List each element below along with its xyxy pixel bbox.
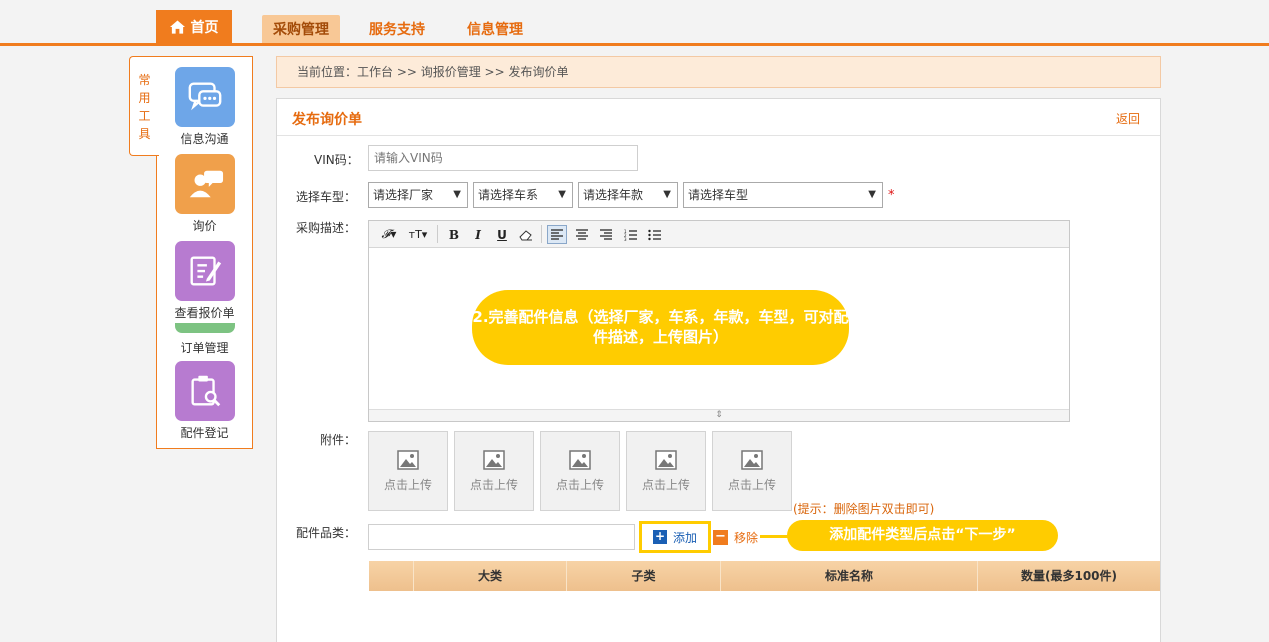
user-chat-icon	[174, 154, 235, 214]
tool-view-quote-label: 查看报价单	[174, 306, 235, 320]
upload-slot[interactable]: 点击上传	[626, 431, 706, 511]
tab-service-label: 服务支持	[369, 22, 425, 38]
upload-slot[interactable]: 点击上传	[454, 431, 534, 511]
caret-down-icon: ▼	[868, 189, 876, 200]
attach-label: 附件：	[320, 433, 357, 447]
caret-down-icon: ▼	[663, 189, 671, 200]
align-center-icon[interactable]	[572, 225, 592, 244]
tab-info-label: 信息管理	[467, 22, 523, 38]
editor-toolbar: 𝓕▾ ᴛT▾ B I U 123	[369, 221, 1069, 248]
order-icon	[175, 323, 235, 333]
eraser-icon[interactable]	[516, 225, 536, 244]
toolbar-divider	[437, 225, 438, 243]
plus-icon: +	[652, 529, 667, 544]
tool-inquiry[interactable]: 询价	[157, 154, 252, 234]
tab-purchase[interactable]: 采购管理	[262, 15, 340, 43]
remove-button[interactable]: − 移除	[713, 529, 758, 546]
upload-label: 点击上传	[727, 478, 776, 492]
remove-button-label: 移除	[734, 531, 759, 545]
edit-icon	[174, 241, 235, 301]
tool-orders-label: 订单管理	[180, 341, 229, 355]
table-header-standard-name: 标准名称	[721, 561, 978, 591]
upload-label: 点击上传	[469, 478, 518, 492]
italic-icon[interactable]: I	[468, 225, 488, 244]
manufacturer-select[interactable]: 请选择厂家 ▼	[368, 182, 468, 208]
editor-resize-handle[interactable]: ⇕	[369, 409, 1069, 421]
common-tools-panel: 信息沟通 询价 查看报价单 订单管理 配件登记	[156, 56, 253, 449]
toolbar-divider	[541, 225, 542, 243]
common-tools-tab[interactable]: 常 用 工 具	[129, 56, 159, 156]
top-nav: 首页 采购管理 服务支持 信息管理	[0, 0, 1269, 46]
image-icon	[483, 450, 505, 470]
tab-info[interactable]: 信息管理	[460, 15, 530, 43]
image-icon	[397, 450, 419, 470]
svg-text:3: 3	[624, 237, 627, 241]
tool-parts-register-label: 配件登记	[180, 426, 229, 440]
year-select[interactable]: 请选择年款 ▼	[578, 182, 678, 208]
upload-label: 点击上传	[641, 478, 690, 492]
table-header-select	[369, 561, 414, 591]
model-select[interactable]: 请选择车型 ▼	[683, 182, 883, 208]
home-tab[interactable]: 首页	[156, 10, 232, 43]
chat-icon	[174, 67, 235, 127]
model-select-value: 请选择车型	[688, 188, 749, 202]
tool-parts-register[interactable]: 配件登记	[157, 361, 252, 441]
table-header-subcategory: 子类	[567, 561, 721, 591]
add-button-label: 添加	[672, 530, 697, 545]
home-tab-label: 首页	[190, 19, 219, 36]
breadcrumb: 当前位置：工作台 >> 询报价管理 >> 发布询价单	[276, 56, 1161, 88]
tool-orders[interactable]: 订单管理	[157, 336, 252, 356]
add-hint-callout: 添加配件类型后点击“下一步”	[787, 520, 1058, 551]
parts-category-input[interactable]	[368, 524, 635, 550]
caret-down-icon: ▼	[453, 189, 461, 200]
ordered-list-icon[interactable]: 123	[620, 225, 640, 244]
caret-down-icon: ▼	[558, 189, 566, 200]
font-family-icon[interactable]: 𝓕▾	[377, 225, 401, 244]
series-select-value: 请选择车系	[478, 188, 539, 202]
minus-icon: −	[713, 530, 728, 545]
back-link[interactable]: 返回	[1116, 110, 1140, 127]
parts-table-header: 大类 子类 标准名称 数量(最多100件)	[369, 561, 1160, 591]
tool-message-label: 信息沟通	[180, 132, 229, 146]
home-icon	[169, 19, 185, 34]
vin-label: VIN码：	[314, 153, 359, 167]
font-size-icon[interactable]: ᴛT▾	[405, 225, 431, 244]
step2-callout: 2.完善配件信息（选择厂家，车系，年款，车型，可对配件描述，上传图片）	[472, 290, 849, 365]
card-header: 发布询价单 返回	[277, 99, 1160, 136]
manufacturer-select-value: 请选择厂家	[373, 188, 434, 202]
upload-label: 点击上传	[555, 478, 604, 492]
tool-inquiry-label: 询价	[192, 219, 217, 233]
add-button[interactable]: + 添加	[639, 521, 711, 553]
page-title: 发布询价单	[292, 112, 362, 128]
callout-pointer	[760, 535, 790, 538]
tool-message[interactable]: 信息沟通	[157, 67, 252, 147]
align-right-icon[interactable]	[596, 225, 616, 244]
bold-icon[interactable]: B	[444, 225, 464, 244]
series-select[interactable]: 请选择车系 ▼	[473, 182, 573, 208]
tool-view-quote[interactable]: 查看报价单	[157, 241, 252, 321]
upload-slot[interactable]: 点击上传	[712, 431, 792, 511]
upload-label: 点击上传	[383, 478, 432, 492]
clipboard-search-icon	[174, 361, 235, 421]
delete-hint: (提示：删除图片双击即可)	[793, 502, 935, 516]
required-mark: *	[888, 188, 895, 203]
common-tools-tab-label: 常 用 工 具	[138, 73, 151, 141]
upload-slot[interactable]: 点击上传	[368, 431, 448, 511]
image-icon	[655, 450, 677, 470]
model-label: 选择车型：	[296, 190, 357, 204]
parts-label: 配件品类：	[296, 526, 357, 540]
tab-service[interactable]: 服务支持	[362, 15, 432, 43]
image-icon	[569, 450, 591, 470]
bullet-list-icon[interactable]	[644, 225, 664, 244]
image-icon	[741, 450, 763, 470]
table-header-category: 大类	[414, 561, 567, 591]
vin-input[interactable]	[368, 145, 638, 171]
align-left-icon[interactable]	[547, 225, 567, 244]
desc-label: 采购描述：	[296, 221, 357, 235]
year-select-value: 请选择年款	[583, 188, 644, 202]
underline-icon[interactable]: U	[492, 225, 512, 244]
tab-purchase-label: 采购管理	[273, 22, 329, 38]
upload-slot[interactable]: 点击上传	[540, 431, 620, 511]
table-header-quantity: 数量(最多100件)	[1020, 569, 1118, 583]
